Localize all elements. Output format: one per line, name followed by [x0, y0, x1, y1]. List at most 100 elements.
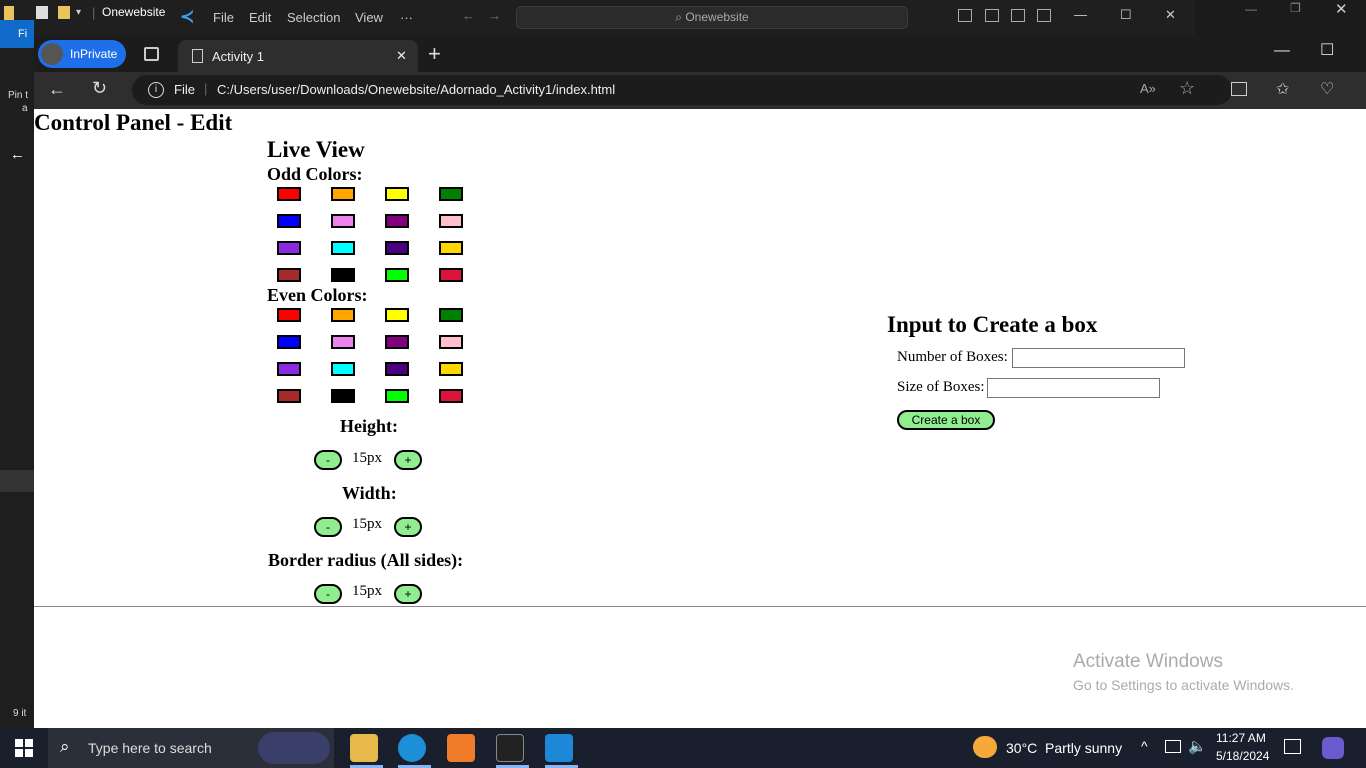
menu-selection[interactable]: Selection: [287, 10, 340, 25]
page-icon: [192, 49, 203, 63]
close-tab-icon[interactable]: ✕: [396, 48, 407, 64]
clock-date[interactable]: 5/18/2024: [1216, 749, 1269, 763]
read-aloud-icon[interactable]: A»: [1140, 81, 1156, 96]
toggle-secondary-sidebar-icon[interactable]: [1011, 9, 1025, 22]
vscode-icon[interactable]: [545, 734, 573, 762]
page-content: Control Panel - Edit Live View Odd Color…: [34, 109, 1366, 728]
terminal-icon[interactable]: [496, 734, 524, 762]
toggle-panel-icon[interactable]: [985, 9, 999, 22]
command-center-text: Onewebsite: [685, 10, 749, 24]
browser-tabbar: InPrivate Activity 1 ✕ + — ☐: [34, 36, 1366, 72]
network-icon[interactable]: [1165, 740, 1181, 753]
color-swatch: [385, 308, 409, 322]
customize-layout-icon[interactable]: [1037, 9, 1051, 22]
command-center-search[interactable]: ⌕ Onewebsite: [516, 6, 908, 29]
minimize-icon[interactable]: —: [1074, 7, 1087, 22]
volume-icon[interactable]: 🔈: [1188, 737, 1207, 755]
close-icon[interactable]: ✕: [1165, 7, 1176, 23]
file-explorer-icon[interactable]: [350, 734, 378, 762]
minimize-icon[interactable]: —: [1245, 2, 1257, 16]
height-label: Height:: [340, 416, 398, 436]
even-colors-label: Even Colors:: [267, 285, 368, 305]
height-decrease-button[interactable]: -: [314, 450, 342, 470]
maximize-icon[interactable]: ☐: [1120, 7, 1132, 23]
tab-activity-1[interactable]: Activity 1 ✕: [178, 40, 418, 72]
back-arrow-icon[interactable]: ←: [462, 8, 475, 23]
weather-text[interactable]: 30°C Partly sunny: [1006, 740, 1122, 756]
color-swatch: [439, 187, 463, 201]
restore-icon[interactable]: ❐: [1290, 1, 1301, 15]
windows-start-icon[interactable]: [15, 739, 33, 757]
file-scheme-label: File: [174, 82, 195, 97]
radius-decrease-button[interactable]: -: [314, 584, 342, 604]
color-swatch: [439, 268, 463, 282]
color-swatch: [277, 187, 301, 201]
refresh-icon[interactable]: ↻: [92, 78, 107, 99]
menu-file[interactable]: File: [213, 10, 234, 25]
pin-text-2: a: [22, 103, 28, 114]
menu-edit[interactable]: Edit: [249, 10, 271, 25]
search-highlight-image: [258, 732, 330, 764]
inprivate-label: InPrivate: [70, 47, 118, 61]
copilot-icon[interactable]: [1322, 737, 1344, 759]
back-arrow-icon[interactable]: ←: [48, 79, 66, 100]
tab-actions-icon[interactable]: [144, 47, 159, 61]
clock-time[interactable]: 11:27 AM: [1216, 731, 1266, 745]
checklist-icon[interactable]: [36, 6, 48, 19]
color-swatch: [331, 308, 355, 322]
favorites-icon[interactable]: ✩: [1276, 79, 1289, 99]
color-swatch: [331, 241, 355, 255]
ribbon-tab-file[interactable]: Fi: [0, 20, 34, 48]
chevron-up-icon[interactable]: ^: [1141, 738, 1148, 754]
border-radius-label: Border radius (All sides):: [268, 550, 464, 570]
toggle-sidebar-icon[interactable]: [958, 9, 972, 22]
color-swatch: [385, 214, 409, 228]
chevron-down-icon[interactable]: ▾: [76, 7, 81, 18]
number-of-boxes-label: Number of Boxes:: [897, 349, 1008, 365]
back-arrow-icon[interactable]: ←: [10, 146, 25, 163]
address-bar[interactable]: i File | C:/Users/user/Downloads/Onewebs…: [132, 75, 1232, 105]
close-icon[interactable]: ✕: [1335, 0, 1348, 18]
color-swatch: [385, 268, 409, 282]
url-text[interactable]: C:/Users/user/Downloads/Onewebsite/Adorn…: [217, 82, 615, 97]
width-label: Width:: [342, 483, 397, 503]
width-decrease-button[interactable]: -: [314, 517, 342, 537]
tab-title: Activity 1: [212, 49, 265, 64]
edge-icon[interactable]: [398, 734, 426, 762]
size-of-boxes-input[interactable]: [987, 378, 1160, 398]
weather-icon: [973, 736, 997, 758]
divider: |: [92, 5, 96, 20]
new-tab-icon[interactable]: +: [428, 41, 441, 67]
notification-icon[interactable]: [1284, 739, 1301, 754]
list-item-selected[interactable]: [0, 470, 34, 492]
info-icon[interactable]: i: [148, 82, 164, 98]
taskbar-search-box[interactable]: ⌕ Type here to search: [48, 728, 334, 768]
height-value: 15px: [352, 450, 382, 466]
xampp-icon[interactable]: [447, 734, 475, 762]
width-increase-button[interactable]: +: [394, 517, 422, 537]
search-icon: ⌕: [60, 737, 70, 756]
color-swatch: [439, 362, 463, 376]
menu-view[interactable]: View: [355, 10, 383, 25]
number-of-boxes-input[interactable]: [1012, 348, 1185, 368]
color-swatch: [439, 241, 463, 255]
live-view-heading: Live View: [267, 137, 365, 162]
color-swatch: [385, 362, 409, 376]
color-swatch: [277, 389, 301, 403]
color-swatch: [385, 241, 409, 255]
color-swatch: [385, 187, 409, 201]
browser-essentials-icon[interactable]: ♡: [1320, 79, 1334, 99]
color-swatch: [331, 268, 355, 282]
maximize-icon[interactable]: ☐: [1320, 40, 1334, 60]
menu-more[interactable]: ···: [400, 10, 413, 25]
radius-increase-button[interactable]: +: [394, 584, 422, 604]
minimize-icon[interactable]: —: [1274, 42, 1290, 60]
inprivate-badge[interactable]: InPrivate: [38, 40, 126, 68]
create-box-button[interactable]: Create a box: [897, 410, 995, 430]
folder-icon[interactable]: [58, 6, 70, 19]
favorite-star-icon[interactable]: ☆: [1179, 78, 1195, 99]
split-screen-icon[interactable]: [1231, 82, 1247, 96]
activate-subtitle: Go to Settings to activate Windows.: [1073, 677, 1294, 693]
height-increase-button[interactable]: +: [394, 450, 422, 470]
forward-arrow-icon[interactable]: →: [488, 8, 501, 23]
